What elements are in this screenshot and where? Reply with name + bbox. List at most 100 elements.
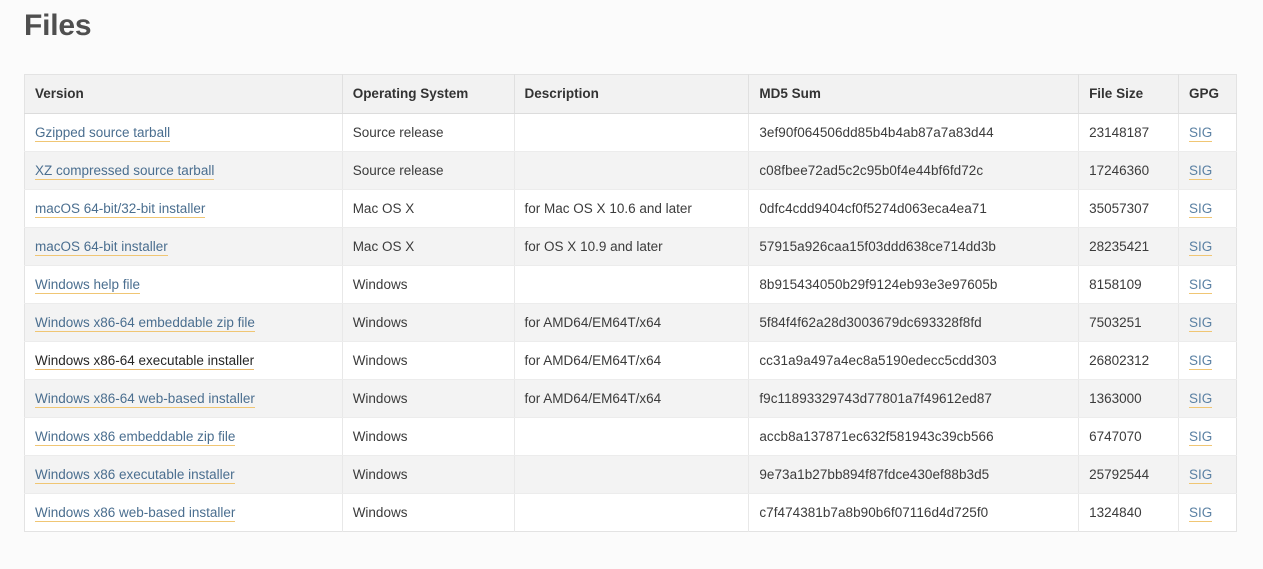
cell-md5-sum: c08fbee72ad5c2c95b0f4e44bf6fd72c xyxy=(748,151,1080,190)
cell-gpg: SIG xyxy=(1178,113,1237,152)
cell-description: for AMD64/EM64T/x64 xyxy=(514,379,750,418)
cell-version: macOS 64-bit/32-bit installer xyxy=(24,189,343,228)
cell-md5-sum: 0dfc4cdd9404cf0f5274d063eca4ea71 xyxy=(748,189,1080,228)
table-row: Windows x86-64 embeddable zip file Window… xyxy=(24,303,1237,342)
gpg-signature-link[interactable]: SIG xyxy=(1188,353,1213,370)
gpg-signature-link[interactable]: SIG xyxy=(1188,391,1213,408)
column-header-file-size: File Size xyxy=(1078,74,1179,114)
cell-file-size: 1324840 xyxy=(1078,493,1179,532)
table-row: Windows x86-64 web-based installer Window… xyxy=(24,379,1237,418)
gpg-signature-link[interactable]: SIG xyxy=(1188,315,1213,332)
cell-version: Windows x86 web-based installer xyxy=(24,493,343,532)
cell-description: for OS X 10.9 and later xyxy=(514,227,750,266)
cell-version: Gzipped source tarball xyxy=(24,113,343,152)
page-title: Files xyxy=(24,9,92,42)
download-link[interactable]: Windows x86 executable installer xyxy=(35,467,235,484)
column-header-description: Description xyxy=(514,74,750,114)
cell-version: Windows x86-64 embeddable zip file xyxy=(24,303,343,342)
cell-version: macOS 64-bit installer xyxy=(24,227,343,266)
cell-operating-system: Windows xyxy=(342,303,515,342)
download-link[interactable]: XZ compressed source tarball xyxy=(35,163,215,180)
cell-gpg: SIG xyxy=(1178,417,1237,456)
cell-operating-system: Source release xyxy=(342,151,515,190)
cell-file-size: 1363000 xyxy=(1078,379,1179,418)
cell-version: Windows x86 executable installer xyxy=(24,455,343,494)
cell-md5-sum: 5f84f4f62a28d3003679dc693328f8fd xyxy=(748,303,1080,342)
files-table-body: Gzipped source tarball Source release 3ef9… xyxy=(24,113,1237,532)
cell-description: for AMD64/EM64T/x64 xyxy=(514,341,750,380)
cell-operating-system: Windows xyxy=(342,417,515,456)
cell-version: Windows x86-64 web-based installer xyxy=(24,379,343,418)
cell-file-size: 26802312 xyxy=(1078,341,1179,380)
download-link[interactable]: Windows x86-64 executable installer xyxy=(35,353,255,370)
cell-file-size: 23148187 xyxy=(1078,113,1179,152)
gpg-signature-link[interactable]: SIG xyxy=(1188,277,1213,294)
cell-version: Windows x86-64 executable installer xyxy=(24,341,343,380)
cell-description xyxy=(514,113,750,152)
cell-file-size: 8158109 xyxy=(1078,265,1179,304)
gpg-signature-link[interactable]: SIG xyxy=(1188,429,1213,446)
download-link[interactable]: Windows x86 embeddable zip file xyxy=(35,429,236,446)
cell-gpg: SIG xyxy=(1178,455,1237,494)
cell-file-size: 28235421 xyxy=(1078,227,1179,266)
column-header-gpg: GPG xyxy=(1178,74,1237,114)
cell-description xyxy=(514,265,750,304)
cell-description xyxy=(514,417,750,456)
cell-version: Windows help file xyxy=(24,265,343,304)
cell-file-size: 6747070 xyxy=(1078,417,1179,456)
cell-operating-system: Windows xyxy=(342,379,515,418)
table-row: XZ compressed source tarball Source relea… xyxy=(24,151,1237,190)
table-header-row: Version Operating System Description MD5… xyxy=(24,74,1237,114)
gpg-signature-link[interactable]: SIG xyxy=(1188,467,1213,484)
gpg-signature-link[interactable]: SIG xyxy=(1188,505,1213,522)
cell-gpg: SIG xyxy=(1178,227,1237,266)
cell-description: for AMD64/EM64T/x64 xyxy=(514,303,750,342)
cell-version: XZ compressed source tarball xyxy=(24,151,343,190)
cell-operating-system: Source release xyxy=(342,113,515,152)
table-row: Windows help file Windows 8b915434050b29f9… xyxy=(24,265,1237,304)
cell-gpg: SIG xyxy=(1178,265,1237,304)
cell-operating-system: Windows xyxy=(342,341,515,380)
cell-operating-system: Windows xyxy=(342,265,515,304)
cell-md5-sum: c7f474381b7a8b90b6f07116d4d725f0 xyxy=(748,493,1080,532)
gpg-signature-link[interactable]: SIG xyxy=(1188,239,1213,256)
files-table-container: Version Operating System Description MD5… xyxy=(24,74,1237,532)
table-row: Windows x86 embeddable zip file Windows ac… xyxy=(24,417,1237,456)
download-link[interactable]: macOS 64-bit/32-bit installer xyxy=(35,201,206,218)
download-link[interactable]: Windows x86-64 embeddable zip file xyxy=(35,315,255,332)
column-header-os: Operating System xyxy=(342,74,515,114)
column-header-md5: MD5 Sum xyxy=(748,74,1080,114)
files-table-head: Version Operating System Description MD5… xyxy=(24,74,1237,114)
cell-version: Windows x86 embeddable zip file xyxy=(24,417,343,456)
gpg-signature-link[interactable]: SIG xyxy=(1188,125,1213,142)
cell-description: for Mac OS X 10.6 and later xyxy=(514,189,750,228)
cell-operating-system: Mac OS X xyxy=(342,189,515,228)
cell-file-size: 25792544 xyxy=(1078,455,1179,494)
cell-operating-system: Windows xyxy=(342,493,515,532)
download-link[interactable]: Windows help file xyxy=(35,277,141,294)
table-row: macOS 64-bit/32-bit installer Mac OS Xfor… xyxy=(24,189,1237,228)
cell-gpg: SIG xyxy=(1178,493,1237,532)
cell-file-size: 17246360 xyxy=(1078,151,1179,190)
cell-gpg: SIG xyxy=(1178,151,1237,190)
cell-description xyxy=(514,493,750,532)
cell-description xyxy=(514,151,750,190)
cell-md5-sum: accb8a137871ec632f581943c39cb566 xyxy=(748,417,1080,456)
cell-md5-sum: 57915a926caa15f03ddd638ce714dd3b xyxy=(748,227,1080,266)
cell-description xyxy=(514,455,750,494)
gpg-signature-link[interactable]: SIG xyxy=(1188,163,1213,180)
download-link[interactable]: Windows x86 web-based installer xyxy=(35,505,236,522)
download-link[interactable]: Gzipped source tarball xyxy=(35,125,171,142)
cell-md5-sum: 3ef90f064506dd85b4b4ab87a7a83d44 xyxy=(748,113,1080,152)
cell-operating-system: Mac OS X xyxy=(342,227,515,266)
column-header-version: Version xyxy=(24,74,343,114)
download-link[interactable]: macOS 64-bit installer xyxy=(35,239,168,256)
cell-gpg: SIG xyxy=(1178,341,1237,380)
cell-gpg: SIG xyxy=(1178,303,1237,342)
table-row: Windows x86 executable installer Windows 9… xyxy=(24,455,1237,494)
cell-md5-sum: 8b915434050b29f9124eb93e3e97605b xyxy=(748,265,1080,304)
cell-md5-sum: 9e73a1b27bb894f87fdce430ef88b3d5 xyxy=(748,455,1080,494)
gpg-signature-link[interactable]: SIG xyxy=(1188,201,1213,218)
download-link[interactable]: Windows x86-64 web-based installer xyxy=(35,391,255,408)
table-row: Gzipped source tarball Source release 3ef9… xyxy=(24,113,1237,152)
